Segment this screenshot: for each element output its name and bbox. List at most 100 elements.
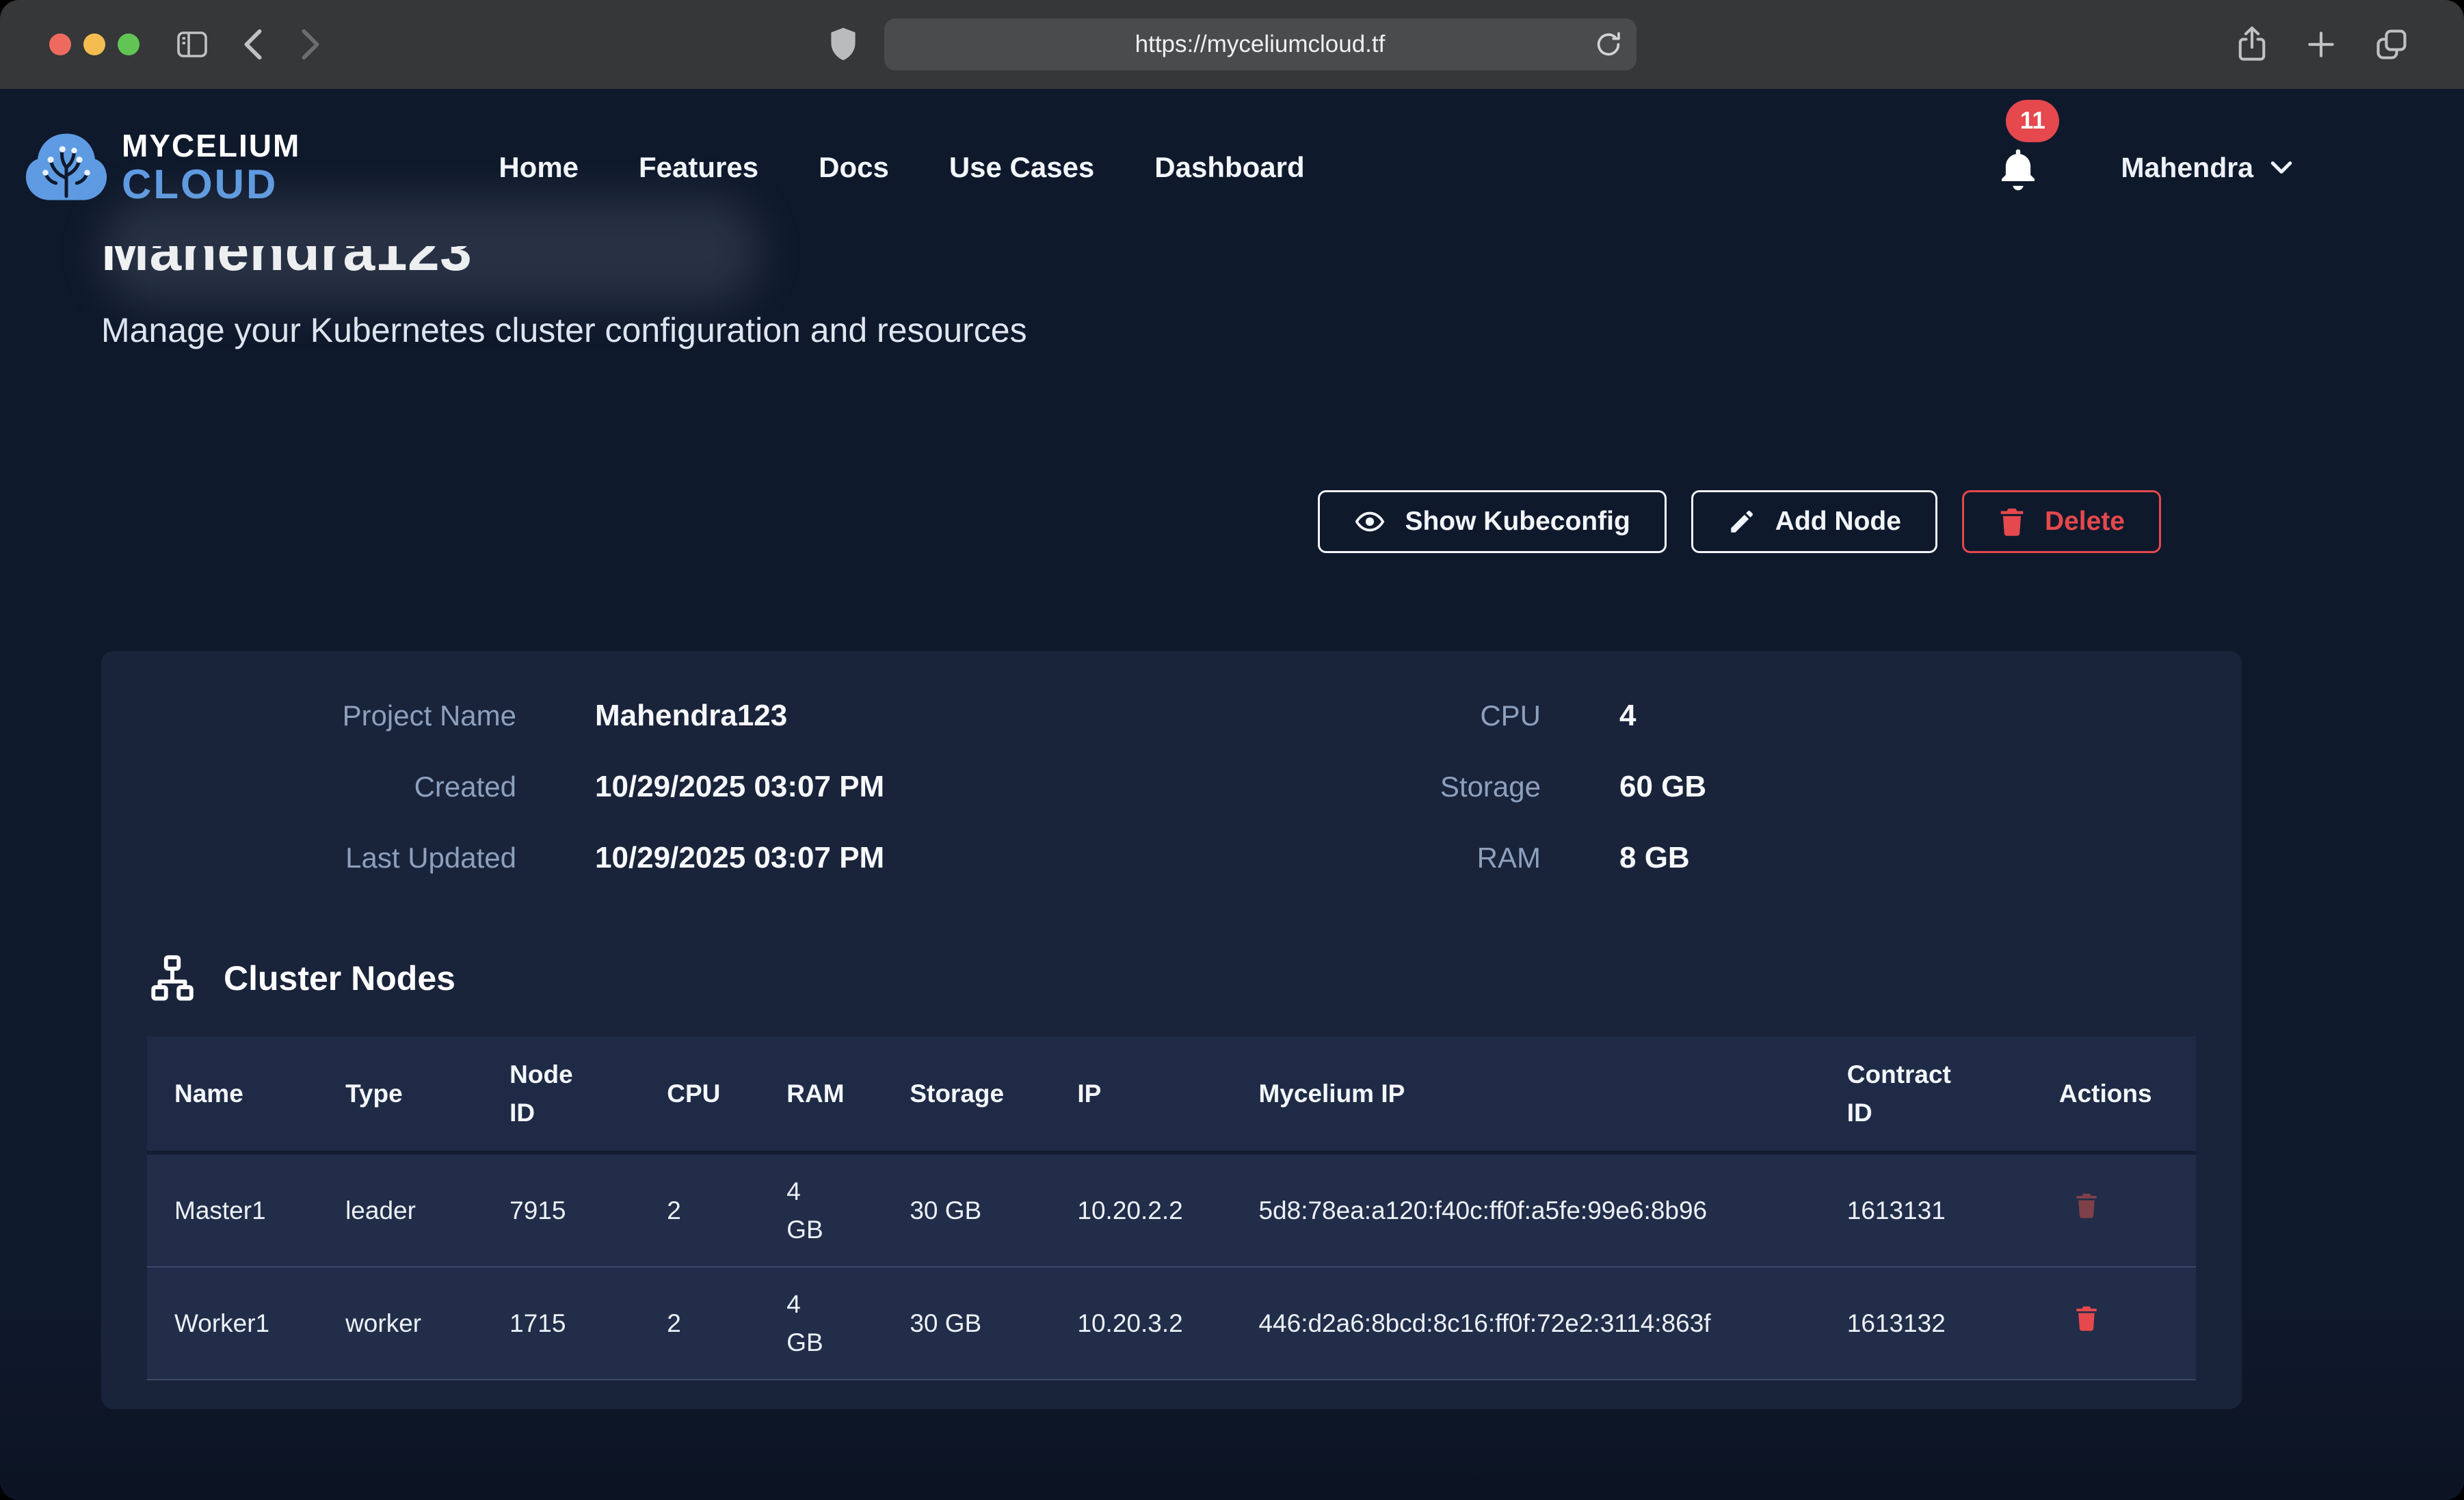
new-tab-icon[interactable] [2304,27,2338,62]
logo-text: MYCELIUM CLOUD [122,130,300,205]
cell-ram: 4 GB [759,1267,882,1380]
chevron-down-icon [2270,159,2293,176]
info-value: 4 [1619,699,1636,733]
browser-window: https://myceliumcloud.tf [0,0,2464,1500]
bell-icon [1996,144,2040,191]
traffic-lights [49,34,140,55]
share-icon[interactable] [2236,25,2268,64]
trash-icon [2074,1192,2099,1219]
cell-text: 2 [667,1309,681,1337]
trash-icon [2074,1304,2099,1332]
col-node-id: Node ID [482,1036,639,1153]
cell-actions [2032,1153,2196,1267]
col-label: Contract ID [1847,1056,1951,1131]
notifications-button[interactable]: 11 [1996,144,2040,191]
col-contract-id: Contract ID [1820,1036,2032,1153]
cell-text: 30 GB [910,1196,981,1224]
col-label: RAM [786,1080,844,1108]
delete-label: Delete [2045,507,2125,537]
cell-node-id: 1715 [482,1267,639,1380]
privacy-shield-icon[interactable] [828,26,858,63]
table-row: Worker1 worker 1715 2 4 GB30 GB10.20.3.2446:… [147,1267,2196,1380]
info-label: Storage [1171,771,1541,803]
sidebar-toggle-icon[interactable] [175,29,209,59]
site-header: MYCELIUM CLOUD Home Features Docs Use Ca… [0,89,2464,246]
info-label: CPU [1171,699,1541,732]
nav-dashboard[interactable]: Dashboard [1154,151,1304,184]
cluster-info-grid: Project Name Mahendra123 Created 10/29/2… [147,699,2196,912]
info-value: Mahendra123 [595,699,787,733]
mycelium-cloud-logo[interactable]: MYCELIUM CLOUD [25,128,300,207]
cell-actions [2032,1267,2196,1380]
header-right: 11 Mahendra [1996,144,2293,191]
back-icon[interactable] [239,28,267,61]
cell-text: Master1 [174,1196,266,1224]
cell-ip: 10.20.2.2 [1050,1153,1231,1267]
page-subtitle: Manage your Kubernetes cluster configura… [101,310,2363,350]
cell-text: 7915 [509,1196,566,1224]
cell-text: 1715 [509,1309,566,1337]
notification-badge: 11 [2006,100,2059,142]
nav-docs[interactable]: Docs [819,151,889,184]
network-nodes-icon [147,953,198,1004]
info-label: Last Updated [147,842,516,874]
cell-contract-id: 1613132 [1820,1267,2032,1380]
logo-line2: CLOUD [122,164,300,205]
url-field[interactable]: https://myceliumcloud.tf [884,18,1637,70]
url-text: https://myceliumcloud.tf [1135,31,1386,58]
logo-cloud-icon [25,128,108,207]
minimize-window-button[interactable] [83,34,105,55]
delete-cluster-button[interactable]: Delete [1962,490,2161,553]
cell-mycelium-ip: 446:d2a6:8bcd:8c16:ff0f:72e2:3114:863f [1231,1267,1819,1380]
reload-icon[interactable] [1593,29,1624,60]
info-label: RAM [1171,842,1541,874]
delete-node-button[interactable] [2059,1304,2099,1332]
close-window-button[interactable] [49,34,71,55]
col-label: IP [1077,1080,1101,1108]
col-label: Storage [910,1080,1004,1108]
show-kubeconfig-button[interactable]: Show Kubeconfig [1318,490,1666,553]
info-value: 60 GB [1619,770,1706,804]
cell-text: 1613131 [1847,1196,1946,1224]
address-bar-group: https://myceliumcloud.tf [828,18,1637,70]
cell-text: leader [345,1196,416,1224]
cell-storage: 30 GB [882,1267,1050,1380]
cell-mycelium-ip: 5d8:78ea:a120:f40c:ff0f:a5fe:99e6:8b96 [1231,1153,1819,1267]
table-header-row: Name Type Node ID CPU RAM Storage IP Myc… [147,1036,2196,1153]
table-row: Master1 leader 7915 2 4 GB 30 GB 10.20.2.2 5d8:… [147,1153,2196,1267]
col-label: Name [174,1080,243,1108]
add-node-button[interactable]: Add Node [1691,490,1937,553]
info-label: Created [147,771,516,803]
delete-node-button[interactable] [2059,1192,2099,1219]
cell-ram: 4 GB [759,1153,882,1267]
page-content: MYCELIUM CLOUD Home Features Docs Use Ca… [0,89,2464,1500]
info-row: Storage 60 GB [1171,770,2196,841]
cell-type: leader [318,1153,482,1267]
cluster-nodes-table: Name Type Node ID CPU RAM Storage IP Myc… [147,1036,2196,1380]
logo-line1: MYCELIUM [122,130,300,161]
show-kubeconfig-label: Show Kubeconfig [1405,507,1630,537]
info-value: 8 GB [1619,841,1690,875]
user-menu[interactable]: Mahendra [2121,152,2293,184]
screenshot: https://myceliumcloud.tf [0,0,2464,1500]
info-row: Project Name Mahendra123 [147,699,1171,770]
cell-text: 10.20.2.2 [1077,1196,1182,1224]
eye-icon [1354,506,1386,537]
col-type: Type [318,1036,482,1153]
tab-overview-icon[interactable] [2374,27,2409,62]
info-row: CPU 4 [1171,699,2196,770]
nav-use-cases[interactable]: Use Cases [949,151,1094,184]
cell-text: 2 [667,1196,681,1224]
main-nav: Home Features Docs Use Cases Dashboard [499,151,1304,184]
cell-ip: 10.20.3.2 [1050,1267,1231,1380]
cell-type: worker [318,1267,482,1380]
cell-name: Worker1 [147,1267,318,1380]
add-node-label: Add Node [1775,507,1901,537]
zoom-window-button[interactable] [118,34,140,55]
col-actions: Actions [2032,1036,2196,1153]
nav-home[interactable]: Home [499,151,579,184]
cell-text: worker [345,1309,421,1337]
cell-text: Worker1 [174,1309,269,1337]
forward-icon[interactable] [297,28,324,61]
nav-features[interactable]: Features [639,151,758,184]
